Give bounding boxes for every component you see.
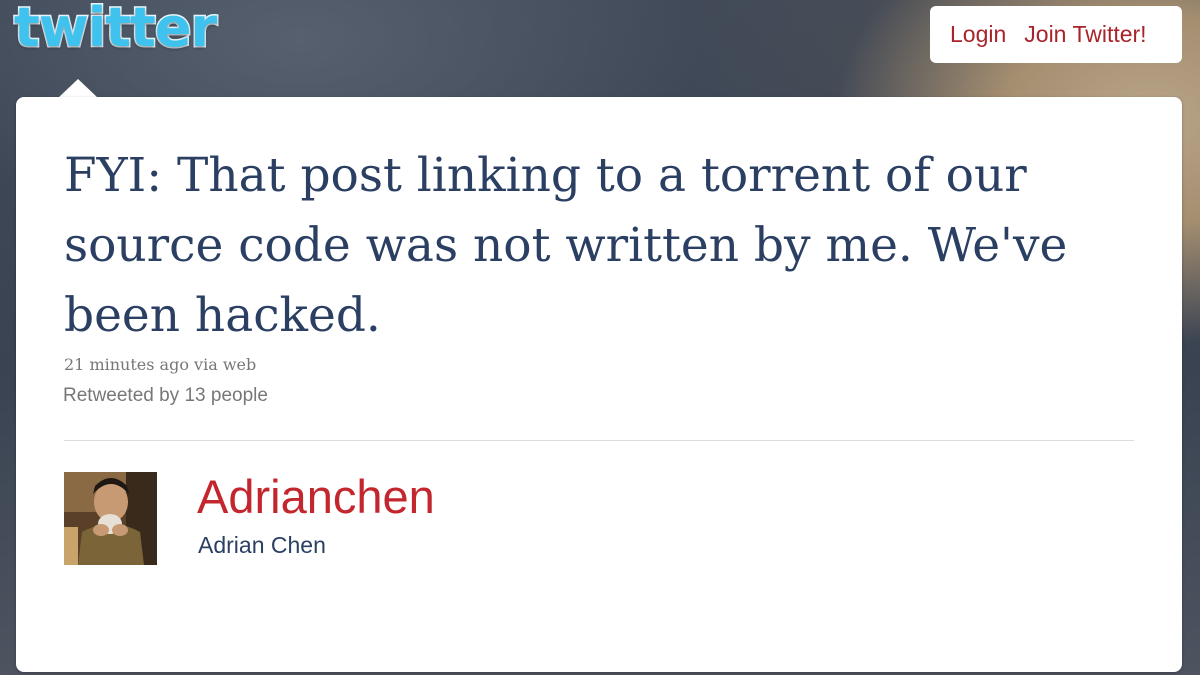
avatar-photo-icon <box>64 472 157 565</box>
login-link[interactable]: Login <box>950 21 1006 48</box>
author-screen-name[interactable]: Adrianchen <box>197 469 435 524</box>
card-pointer <box>58 79 98 98</box>
divider <box>64 440 1134 441</box>
tweet-card: FYI: That post linking to a torrent of o… <box>16 97 1182 672</box>
twitter-logo[interactable]: twitter <box>12 0 218 61</box>
login-box: Login Join Twitter! <box>930 6 1182 63</box>
avatar[interactable] <box>64 472 157 565</box>
author-full-name: Adrian Chen <box>198 532 326 558</box>
retweet-count[interactable]: Retweeted by 13 people <box>63 385 268 407</box>
join-twitter-link[interactable]: Join Twitter! <box>1024 21 1146 48</box>
tweet-text: FYI: That post linking to a torrent of o… <box>64 148 1068 343</box>
tweet-meta[interactable]: 21 minutes ago via web <box>64 355 256 374</box>
